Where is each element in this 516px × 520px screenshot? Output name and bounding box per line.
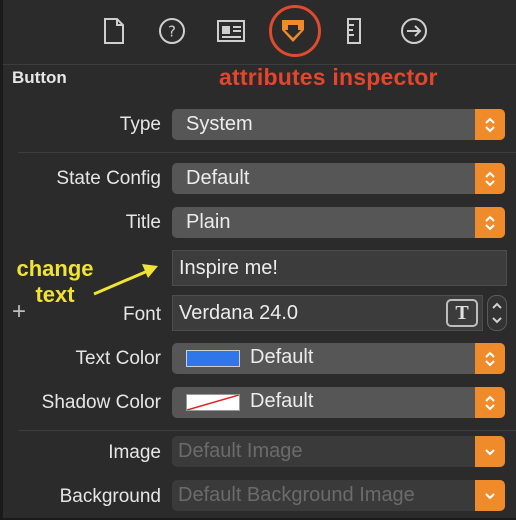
text-color-label: Text Color bbox=[75, 348, 161, 369]
divider bbox=[18, 152, 516, 153]
annotation-arrow bbox=[93, 264, 158, 296]
attributes-icon[interactable] bbox=[278, 14, 308, 48]
title-style-value: Plain bbox=[186, 211, 231, 233]
help-icon[interactable]: ? bbox=[157, 14, 187, 48]
ruler-icon[interactable] bbox=[339, 14, 369, 48]
section-title: Button bbox=[12, 68, 67, 87]
chevron-up-down-icon bbox=[475, 343, 505, 374]
font-picker-icon[interactable]: T bbox=[446, 299, 478, 327]
title-style-popup[interactable]: Plain bbox=[172, 207, 505, 238]
shadow-color-popup[interactable]: Default bbox=[172, 387, 505, 418]
annotation-change-text-label: change text bbox=[16, 256, 94, 307]
panel-left-border bbox=[0, 0, 3, 520]
connections-icon[interactable] bbox=[399, 14, 429, 48]
type-popup[interactable]: System bbox=[172, 109, 505, 140]
text-color-value: Default bbox=[250, 346, 314, 368]
font-field[interactable]: Verdana 24.0 bbox=[172, 295, 483, 331]
add-variation-icon[interactable]: + bbox=[12, 298, 26, 326]
type-value: System bbox=[186, 113, 253, 135]
inspector-toolbar: ? bbox=[3, 0, 516, 65]
background-combo[interactable]: Default Background Image bbox=[172, 480, 505, 511]
identity-icon[interactable] bbox=[216, 14, 246, 48]
title-text-field[interactable]: Inspire me! bbox=[172, 250, 507, 286]
state-config-value: Default bbox=[186, 167, 250, 189]
svg-text:?: ? bbox=[168, 23, 176, 41]
image-label: Image bbox=[108, 442, 161, 463]
background-placeholder: Default Background Image bbox=[178, 484, 415, 506]
image-placeholder: Default Image bbox=[178, 440, 303, 462]
file-icon[interactable] bbox=[99, 14, 129, 48]
chevron-up-down-icon bbox=[475, 387, 505, 418]
state-config-popup[interactable]: Default bbox=[172, 163, 505, 194]
attributes-inspector-panel: ? Button attributes inspector Type Syste… bbox=[0, 0, 516, 520]
shadow-color-value: Default bbox=[250, 390, 314, 412]
font-label: Font bbox=[122, 304, 161, 325]
color-swatch bbox=[186, 350, 240, 367]
shadow-color-label: Shadow Color bbox=[41, 392, 161, 413]
chevron-down-icon bbox=[475, 480, 505, 511]
chevron-up-down-icon bbox=[475, 109, 505, 140]
chevron-up-down-icon bbox=[475, 163, 505, 194]
empty-color-swatch bbox=[186, 394, 240, 411]
divider bbox=[18, 430, 516, 431]
chevron-up-down-icon bbox=[475, 207, 505, 238]
state-config-label: State Config bbox=[56, 168, 161, 189]
font-size-stepper[interactable] bbox=[487, 295, 507, 331]
annotation-attributes-inspector: attributes inspector bbox=[219, 64, 438, 90]
image-combo[interactable]: Default Image bbox=[172, 436, 505, 467]
type-label: Type bbox=[119, 114, 161, 135]
chevron-down-icon bbox=[475, 436, 505, 467]
background-label: Background bbox=[59, 486, 161, 507]
text-color-popup[interactable]: Default bbox=[172, 343, 505, 374]
title-label: Title bbox=[125, 212, 161, 233]
